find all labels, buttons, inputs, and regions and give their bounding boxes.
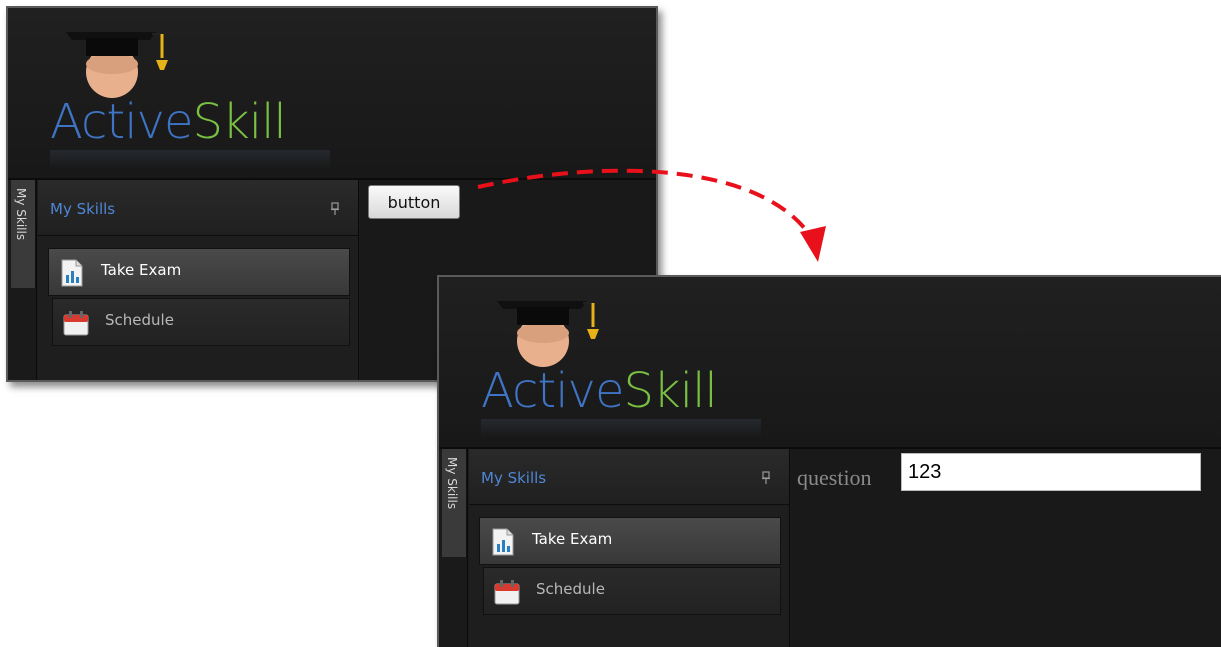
app-window-after: ActiveSkill My Skills My Skills Take Exa… [437, 275, 1221, 647]
calendar-icon [494, 580, 520, 605]
logo-wordmark: ActiveSkill [50, 92, 287, 152]
nav-item-schedule[interactable]: Schedule [52, 298, 350, 346]
graduate-mascot-icon [497, 301, 599, 367]
nav-item-label: Take Exam [532, 530, 613, 548]
activeskill-logo: ActiveSkill [481, 289, 781, 439]
side-tab-my-skills[interactable]: My Skills [442, 449, 467, 557]
app-header: ActiveSkill [439, 277, 1221, 447]
nav-item-label: Take Exam [101, 261, 182, 279]
graduate-mascot-icon [66, 32, 168, 98]
panel-header: My Skills [469, 449, 789, 505]
logo-wordmark: ActiveSkill [481, 361, 718, 421]
my-skills-panel: My Skills Take Exam Schedule [38, 180, 359, 380]
exam-report-icon [61, 259, 83, 287]
exam-report-icon [492, 528, 514, 556]
side-tab-label: My Skills [14, 188, 28, 241]
pin-icon[interactable] [761, 471, 771, 485]
nav-item-label: Schedule [536, 580, 605, 598]
side-tab-my-skills[interactable]: My Skills [11, 180, 36, 288]
arrow-head-icon [800, 226, 826, 262]
nav-item-schedule[interactable]: Schedule [483, 567, 781, 615]
question-input[interactable] [901, 453, 1201, 491]
nav-item-take-exam[interactable]: Take Exam [479, 517, 781, 565]
nav-item-label: Schedule [105, 311, 174, 329]
logo-wordmark-active: Active [481, 363, 624, 419]
activeskill-logo: ActiveSkill [50, 20, 350, 170]
pin-icon[interactable] [330, 202, 340, 216]
content-area: question [791, 449, 1221, 647]
question-label: question [797, 465, 872, 490]
logo-reflection [481, 419, 761, 437]
panel-title: My Skills [481, 469, 547, 487]
my-skills-panel: My Skills Take Exam Schedule [469, 449, 790, 647]
generic-button[interactable]: button [368, 185, 460, 219]
logo-wordmark-skill: Skill [192, 94, 286, 150]
panel-header: My Skills [38, 180, 358, 236]
app-header: ActiveSkill [8, 8, 656, 178]
logo-wordmark-skill: Skill [623, 363, 717, 419]
logo-wordmark-active: Active [50, 94, 193, 150]
nav-item-take-exam[interactable]: Take Exam [48, 248, 350, 296]
panel-title: My Skills [50, 200, 116, 218]
side-tab-label: My Skills [445, 457, 459, 510]
calendar-icon [63, 311, 89, 336]
logo-reflection [50, 150, 330, 168]
